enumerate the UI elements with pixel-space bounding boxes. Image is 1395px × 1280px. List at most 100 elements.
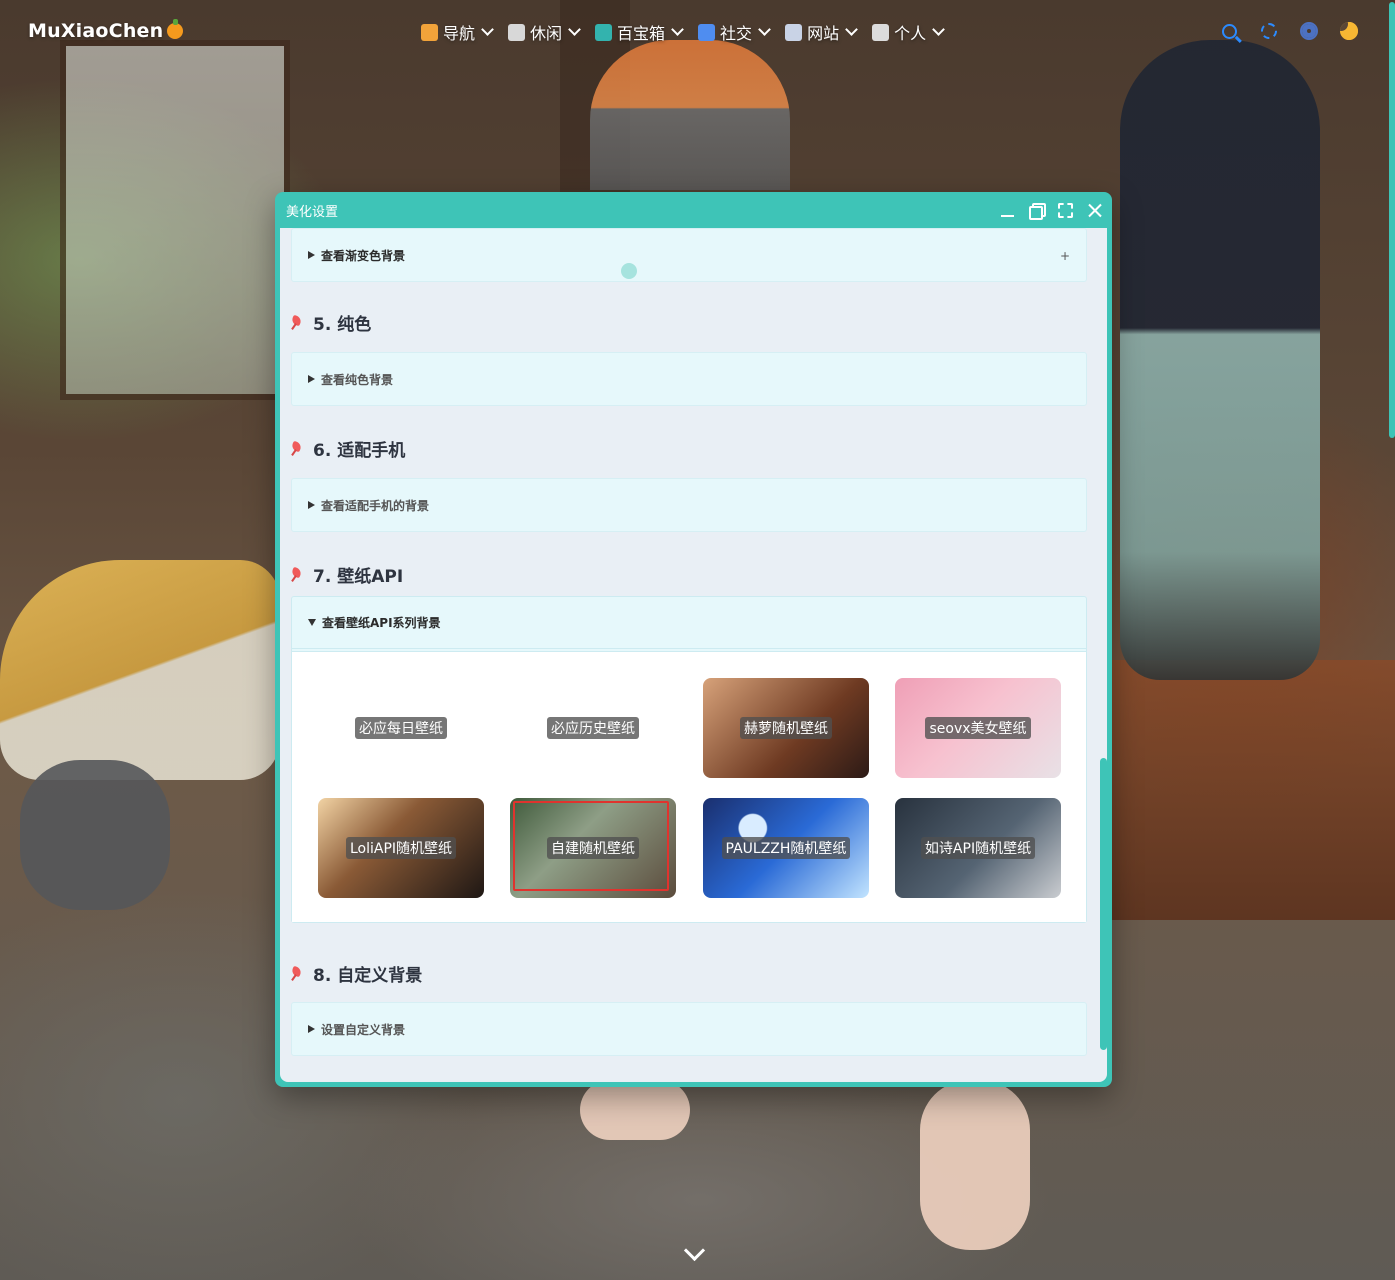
summary-label: 查看适配手机的背景 xyxy=(321,498,430,513)
pin-icon xyxy=(290,442,304,456)
pin-icon xyxy=(290,568,304,582)
mobile-background-toggle[interactable]: 查看适配手机的背景 xyxy=(292,479,1086,531)
wallpaper-label: 自建随机壁纸 xyxy=(547,837,639,859)
section-heading-wallpaper-api: 7. 壁纸API xyxy=(290,562,403,587)
expand-plus[interactable]: + xyxy=(1060,249,1070,263)
menu-item-label: 百宝箱 xyxy=(617,24,666,43)
moon-icon xyxy=(1340,22,1358,40)
menu-item-label: 个人 xyxy=(894,24,927,43)
cursor-dot xyxy=(621,263,637,279)
gradient-background-panel: 查看渐变色背景 + xyxy=(291,228,1087,282)
solid-background-toggle[interactable]: 查看纯色背景 xyxy=(292,353,1086,405)
chevron-down-icon xyxy=(758,23,771,36)
summary-label: 查看纯色背景 xyxy=(321,372,394,387)
chevron-down-icon xyxy=(671,23,684,36)
dialog-title: 美化设置 xyxy=(286,204,339,220)
wallpaper-tile-selected[interactable]: 自建随机壁纸 xyxy=(510,798,676,898)
gradient-background-toggle[interactable]: 查看渐变色背景 xyxy=(292,229,1086,281)
wallpaper-label: LoliAPI随机壁纸 xyxy=(345,837,457,859)
pin-icon xyxy=(290,967,304,981)
mobile-background-panel: 查看适配手机的背景 xyxy=(291,478,1087,532)
wallpaper-tile[interactable]: 必应历史壁纸 xyxy=(510,678,676,778)
section-number: 7. xyxy=(313,567,332,587)
wallpaper-tile[interactable]: LoliAPI随机壁纸 xyxy=(318,798,484,898)
background-character-right xyxy=(1120,40,1320,680)
background-cat xyxy=(20,760,170,910)
wallpaper-tile[interactable]: PAULZZH随机壁纸 xyxy=(703,798,869,898)
background-window xyxy=(60,40,290,400)
maximize-icon[interactable] xyxy=(1058,202,1073,218)
wallpaper-tile[interactable]: 必应每日壁纸 xyxy=(318,678,484,778)
dialog-body[interactable]: 查看渐变色背景 + 5. 纯色 查看纯色背景 6. 适配手机 查看适配手机的背景… xyxy=(280,228,1107,1082)
background-foot xyxy=(920,1080,1030,1250)
menu-item-nav[interactable]: 导航 xyxy=(418,18,497,46)
page-scrollbar-thumb[interactable] xyxy=(1389,2,1395,438)
site-name: MuXiaoChen xyxy=(28,20,164,42)
restore-icon[interactable] xyxy=(1029,202,1046,220)
settings-button[interactable] xyxy=(1258,20,1280,42)
wallpaper-tile[interactable]: 如诗API随机壁纸 xyxy=(895,798,1061,898)
summary-label: 查看壁纸API系列背景 xyxy=(322,616,441,630)
menu-item-social[interactable]: 社交 xyxy=(695,18,774,46)
section-heading-custom: 8. 自定义背景 xyxy=(290,961,422,986)
section-number: 6. xyxy=(313,441,332,461)
beautify-settings-dialog: 美化设置 查看渐变色背景 + 5. 纯色 查看纯色背景 6. 适配手机 查看适配… xyxy=(275,192,1112,1087)
background-bench xyxy=(1110,660,1395,920)
menu-item-leisure[interactable]: 休闲 xyxy=(505,18,584,46)
site-logo[interactable]: MuXiaoChen xyxy=(28,19,184,42)
minimize-icon[interactable] xyxy=(1000,203,1015,218)
triangle-right-icon xyxy=(308,251,315,259)
section-title: 适配手机 xyxy=(337,441,406,461)
wallpaper-api-panel: 查看壁纸API系列背景 必应每日壁纸 必应历史壁纸 赫萝随机壁纸 seovx美女… xyxy=(291,596,1087,923)
theme-toggle-button[interactable] xyxy=(1338,20,1360,42)
custom-background-panel: 设置自定义背景 xyxy=(291,1002,1087,1056)
chevron-down-icon xyxy=(568,23,581,36)
clipboard-icon xyxy=(872,23,890,41)
orange-icon xyxy=(167,19,184,39)
dialog-header[interactable]: 美化设置 xyxy=(275,192,1112,228)
section-heading-solid: 5. 纯色 xyxy=(290,310,371,335)
wallpaper-tile[interactable]: seovx美女壁纸 xyxy=(895,678,1061,778)
chat-icon xyxy=(698,23,716,41)
menu-item-label: 导航 xyxy=(443,24,476,43)
solid-background-panel: 查看纯色背景 xyxy=(291,352,1087,406)
menu-item-personal[interactable]: 个人 xyxy=(869,18,948,46)
wallpaper-grid: 必应每日壁纸 必应历史壁纸 赫萝随机壁纸 seovx美女壁纸 LoliAPI随机… xyxy=(292,651,1086,922)
wallpaper-tile[interactable]: 赫萝随机壁纸 xyxy=(703,678,869,778)
top-navigation: MuXiaoChen 导航 休闲 百宝箱 社交 网站 个人 xyxy=(0,0,1395,64)
menu-item-toolbox[interactable]: 百宝箱 xyxy=(592,18,687,46)
wallpaper-label: seovx美女壁纸 xyxy=(925,717,1031,739)
fingerprint-button[interactable] xyxy=(1298,20,1320,42)
triangle-right-icon xyxy=(308,1025,315,1033)
chevron-down-icon xyxy=(481,23,494,36)
toolbar xyxy=(1218,20,1360,42)
triangle-right-icon xyxy=(308,375,315,383)
section-title: 自定义背景 xyxy=(337,966,423,986)
dialog-scrollbar-thumb[interactable] xyxy=(1100,758,1107,1050)
compass-box-icon xyxy=(421,23,438,41)
background-foot-2 xyxy=(580,1080,690,1140)
main-menu: 导航 休闲 百宝箱 社交 网站 个人 xyxy=(418,18,948,46)
scroll-down-chevron-icon[interactable] xyxy=(682,1248,706,1262)
triangle-right-icon xyxy=(308,501,315,509)
page-scrollbar[interactable] xyxy=(1387,0,1395,1280)
id-card-icon xyxy=(785,23,803,41)
triangle-down-icon xyxy=(308,619,316,626)
wallpaper-label: 如诗API随机壁纸 xyxy=(920,837,1036,859)
wallpaper-label: 赫萝随机壁纸 xyxy=(740,717,832,739)
section-title: 纯色 xyxy=(337,315,372,335)
custom-background-toggle[interactable]: 设置自定义背景 xyxy=(292,1003,1086,1055)
summary-label: 设置自定义背景 xyxy=(321,1022,406,1037)
wallpaper-api-toggle[interactable]: 查看壁纸API系列背景 xyxy=(292,597,1086,649)
menu-item-sites[interactable]: 网站 xyxy=(782,18,861,46)
menu-item-label: 休闲 xyxy=(530,24,563,43)
search-button[interactable] xyxy=(1218,20,1240,42)
summary-label: 查看渐变色背景 xyxy=(321,248,406,263)
settings-icon xyxy=(1261,23,1277,39)
section-number: 5. xyxy=(313,315,332,335)
search-icon xyxy=(1221,23,1237,39)
coffee-icon xyxy=(508,23,526,41)
wallpaper-label: 必应历史壁纸 xyxy=(547,717,639,739)
close-icon[interactable] xyxy=(1087,203,1102,218)
fingerprint-icon xyxy=(1300,22,1318,40)
